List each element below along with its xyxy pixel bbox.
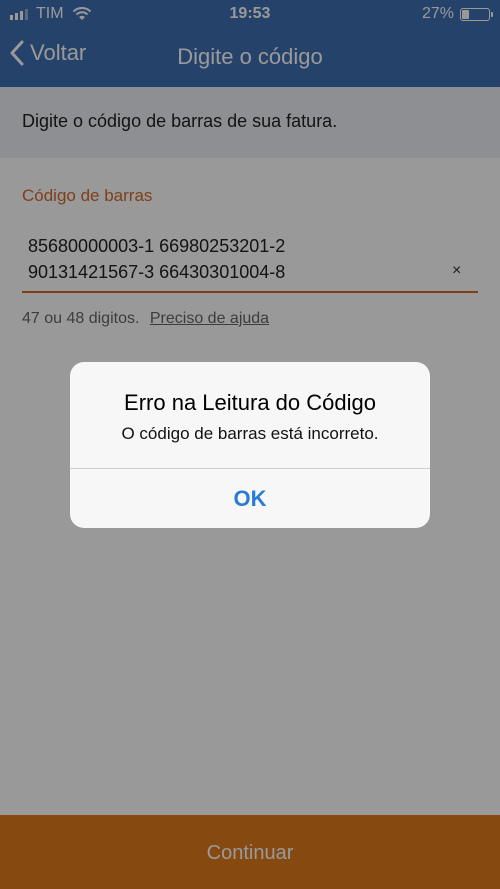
alert-message: O código de barras está incorreto.	[121, 424, 379, 443]
error-alert: Erro na Leitura do Código O código de ba…	[70, 362, 430, 528]
alert-title: Erro na Leitura do Código	[124, 390, 376, 415]
alert-ok-button[interactable]: OK	[70, 469, 430, 528]
